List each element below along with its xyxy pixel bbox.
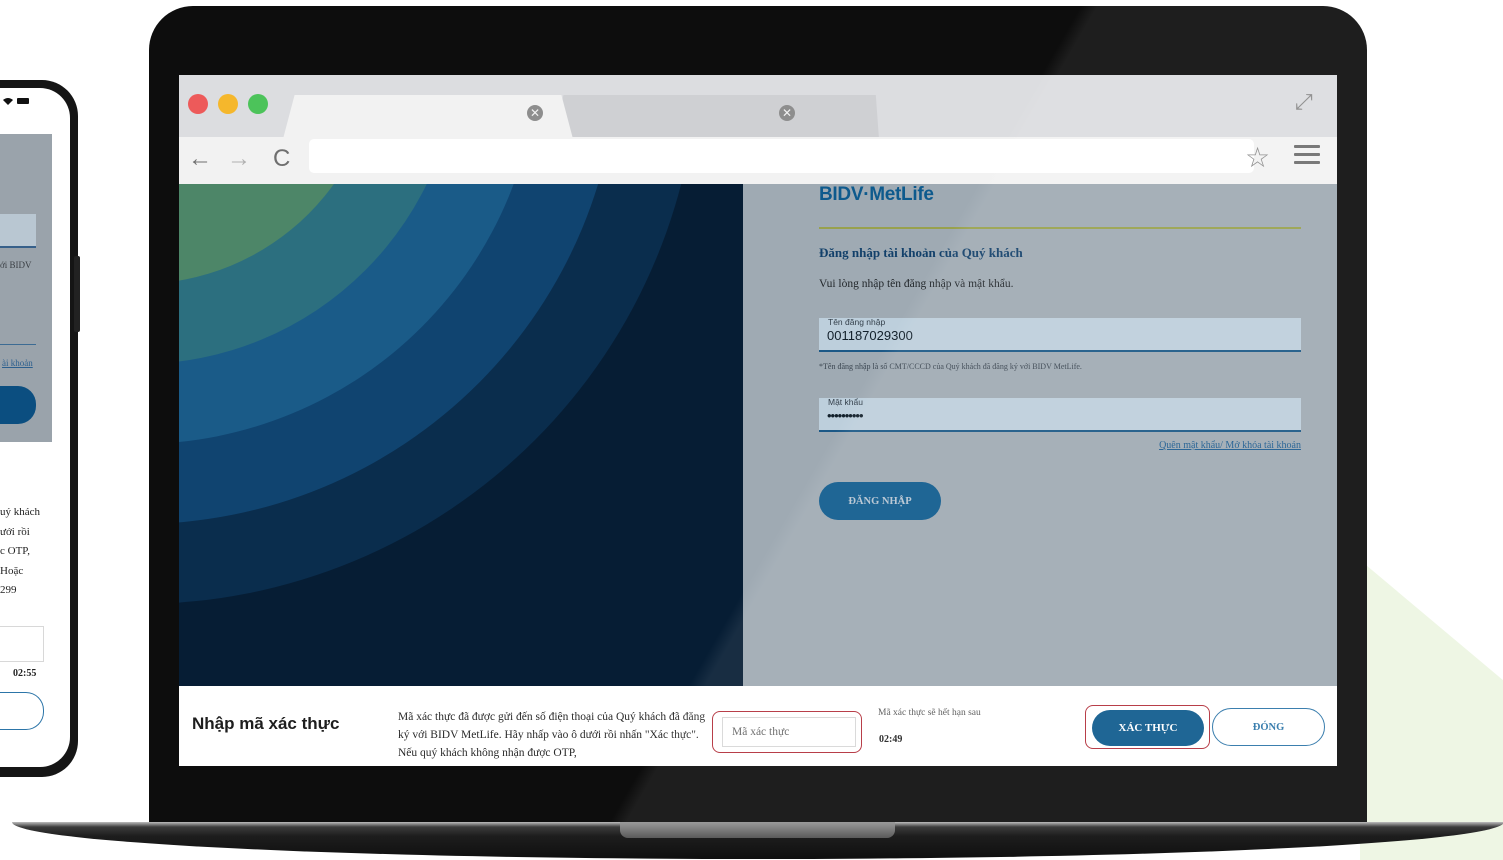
bidv-metlife-logo: BIDV·MetLife <box>819 184 934 205</box>
maximize-window-dot[interactable] <box>248 94 268 114</box>
phone-hint-text: ới BIDV <box>0 260 32 270</box>
phone-otp-description: uý khách ưới rồi c OTP, Hoặc 299 <box>0 506 41 596</box>
username-label: Tên đăng nhập <box>828 317 886 327</box>
phone-otp-timer: 02:55 <box>13 668 37 679</box>
page-content: BIDV·MetLife Đăng nhập tài khoản của Quý… <box>179 184 1337 766</box>
tab-close-icon[interactable]: ✕ <box>779 105 795 121</box>
wifi-battery-icon <box>2 96 32 109</box>
username-value: 001187029300 <box>827 328 913 343</box>
password-field[interactable]: Mật khẩu •••••••••• <box>819 397 1301 432</box>
bookmark-star-icon[interactable]: ☆ <box>1245 141 1270 174</box>
reload-icon[interactable]: C <box>273 145 290 173</box>
logo-divider <box>819 227 1301 229</box>
otp-expire-label: Mã xác thực sẽ hết hạn sau <box>878 708 981 718</box>
login-panel: BIDV·MetLife Đăng nhập tài khoản của Quý… <box>743 184 1337 686</box>
laptop-hinge-notch <box>620 822 895 838</box>
background-triangle <box>1360 560 1503 860</box>
minimize-window-dot[interactable] <box>218 94 238 114</box>
username-hint: *Tên đăng nhập là số CMT/CCCD của Quý kh… <box>819 362 1082 371</box>
otp-title: Nhập mã xác thực <box>192 714 340 733</box>
browser-tab-2[interactable]: ✕ <box>553 95 815 139</box>
login-subtitle: Vui lòng nhập tên đăng nhập và mật khẩu. <box>819 278 1014 290</box>
password-value: •••••••••• <box>827 408 864 423</box>
phone-username-field[interactable] <box>0 214 36 248</box>
forgot-password-link[interactable]: Quên mật khẩu/ Mở khóa tài khoản <box>1159 440 1301 451</box>
decorative-arc-panel <box>179 184 743 686</box>
phone-forgot-link[interactable]: ài khoản <box>2 358 33 368</box>
login-title: Đăng nhập tài khoản của Quý khách <box>819 245 1023 260</box>
forward-arrow-icon[interactable]: → <box>227 145 251 173</box>
tab-close-icon[interactable]: ✕ <box>527 105 543 121</box>
verify-button[interactable]: XÁC THỰC <box>1092 710 1204 746</box>
address-bar[interactable] <box>309 139 1254 173</box>
username-field[interactable]: Tên đăng nhập 001187029300 <box>819 317 1301 352</box>
login-button[interactable]: ĐĂNG NHẬP <box>819 482 941 520</box>
browser-window: ✕ ✕ ⤢ ← → C ☆ BIDV·MetLife Đăng nhập tài… <box>179 75 1337 766</box>
otp-bar: Nhập mã xác thực Mã xác thực đã được gửi… <box>179 686 1337 766</box>
otp-expire-timer: 02:49 <box>879 734 903 745</box>
expand-icon[interactable]: ⤢ <box>1295 89 1313 115</box>
phone-otp-input[interactable] <box>0 626 44 662</box>
browser-tab-bar: ✕ ✕ ⤢ <box>179 75 1337 139</box>
back-arrow-icon[interactable]: ← <box>188 145 212 173</box>
browser-tab-1[interactable]: ✕ <box>283 95 573 139</box>
browser-menu-icon[interactable] <box>1294 145 1320 165</box>
phone-close-button[interactable] <box>0 692 44 730</box>
phone-side-button <box>74 256 80 332</box>
password-label: Mật khẩu <box>828 397 863 407</box>
phone-screen: ới BIDV ài khoản uý khách ưới rồi c OTP,… <box>0 88 70 767</box>
close-window-dot[interactable] <box>188 94 208 114</box>
phone-password-underline <box>0 344 36 345</box>
close-button[interactable]: ĐÓNG <box>1212 708 1325 746</box>
otp-description: Mã xác thực đã được gửi đến số điện thoạ… <box>398 711 706 759</box>
otp-input[interactable] <box>722 717 856 747</box>
phone-login-button[interactable] <box>0 386 36 424</box>
